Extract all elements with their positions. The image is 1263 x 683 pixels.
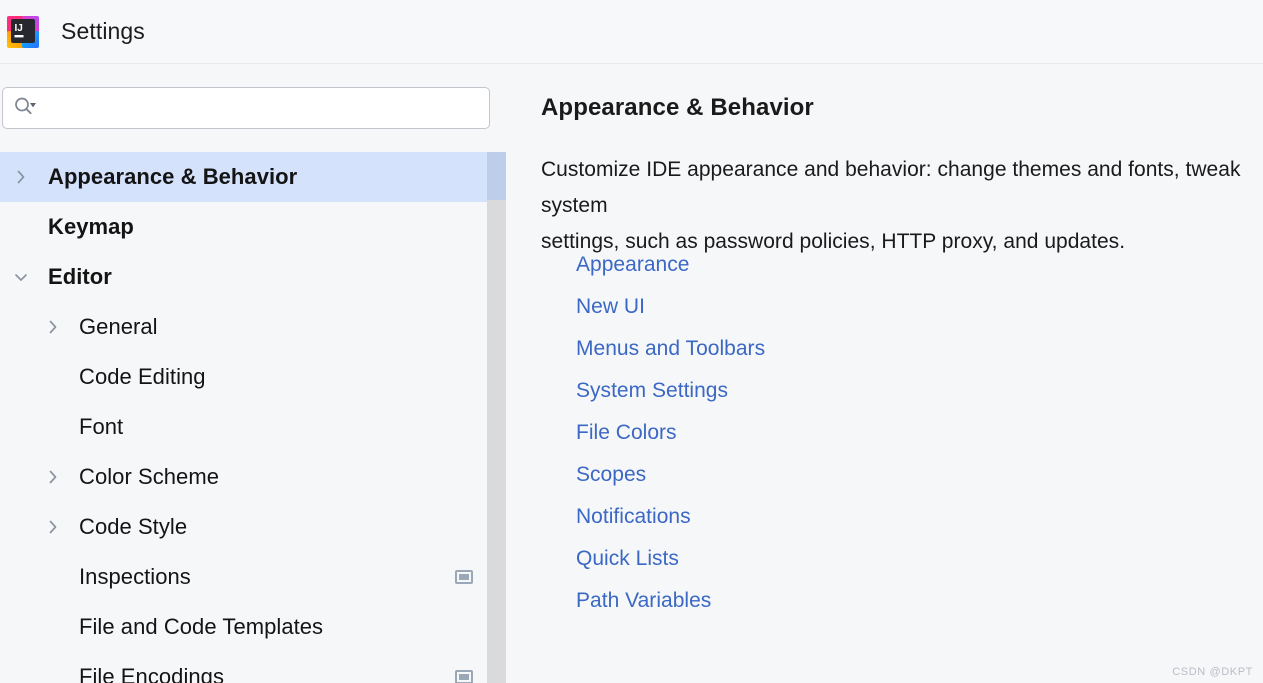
settings-tree-pane: Appearance & Behavior Keymap Editor General… bbox=[0, 64, 506, 683]
settings-link-menus-and-toolbars[interactable]: Menus and Toolbars bbox=[576, 328, 765, 370]
project-level-settings-icon bbox=[455, 670, 473, 683]
tree-item-label: Font bbox=[79, 414, 124, 439]
tree-item-font[interactable]: Font bbox=[0, 402, 506, 452]
tree-item-file-and-code-templates[interactable]: File and Code Templates bbox=[0, 602, 506, 652]
search-box[interactable] bbox=[2, 87, 490, 129]
tree-item-code-editing[interactable]: Code Editing bbox=[0, 352, 506, 402]
tree-item-color-scheme[interactable]: Color Scheme bbox=[0, 452, 506, 502]
settings-link-notifications[interactable]: Notifications bbox=[576, 496, 691, 538]
tree-item-editor[interactable]: Editor bbox=[0, 252, 506, 302]
settings-link-system-settings[interactable]: System Settings bbox=[576, 370, 728, 412]
watermark: CSDN @DKPT bbox=[1172, 666, 1253, 678]
tree-item-label: Code Style bbox=[79, 514, 188, 539]
tree-item-label: Keymap bbox=[48, 214, 134, 239]
svg-text:IJ: IJ bbox=[15, 23, 23, 34]
project-level-settings-icon bbox=[455, 570, 473, 584]
search-field-wrapper bbox=[2, 87, 490, 129]
tree-item-inspections[interactable]: Inspections bbox=[0, 552, 506, 602]
title-bar: IJ Settings bbox=[0, 0, 1263, 64]
chevron-right-icon[interactable] bbox=[10, 166, 32, 188]
window-title: Settings bbox=[61, 18, 145, 44]
tree-scrollbar-thumb[interactable] bbox=[487, 152, 506, 683]
page-title: Appearance & Behavior bbox=[541, 94, 814, 121]
settings-link-scopes[interactable]: Scopes bbox=[576, 454, 646, 496]
tree-item-general[interactable]: General bbox=[0, 302, 506, 352]
tree-item-file-encodings[interactable]: File Encodings bbox=[0, 652, 506, 683]
tree-item-label: File and Code Templates bbox=[79, 614, 324, 639]
chevron-down-icon[interactable] bbox=[10, 266, 32, 288]
tree-item-label: Inspections bbox=[79, 564, 191, 589]
subsection-link-list: Appearance New UI Menus and Toolbars System… bbox=[576, 244, 765, 622]
settings-link-path-variables[interactable]: Path Variables bbox=[576, 580, 711, 622]
search-input[interactable] bbox=[39, 88, 489, 128]
tree-scrollbar-thumb-selected-overlay[interactable] bbox=[487, 152, 506, 200]
tree-item-label: General bbox=[79, 314, 158, 339]
chevron-right-icon[interactable] bbox=[42, 516, 64, 538]
chevron-right-icon[interactable] bbox=[42, 466, 64, 488]
search-icon[interactable] bbox=[13, 97, 39, 120]
settings-window: IJ Settings Appearance & Behavior Keymap E… bbox=[0, 0, 1263, 683]
settings-link-quick-lists[interactable]: Quick Lists bbox=[576, 538, 679, 580]
tree-item-code-style[interactable]: Code Style bbox=[0, 502, 506, 552]
settings-link-file-colors[interactable]: File Colors bbox=[576, 412, 677, 454]
intellij-idea-logo-icon: IJ bbox=[6, 15, 40, 49]
tree-item-keymap[interactable]: Keymap bbox=[0, 202, 506, 252]
settings-link-new-ui[interactable]: New UI bbox=[576, 286, 645, 328]
detail-pane: Appearance & Behavior Customize IDE appe… bbox=[506, 64, 1263, 683]
tree-item-label: File Encodings bbox=[79, 664, 224, 683]
chevron-right-icon[interactable] bbox=[42, 316, 64, 338]
tree-item-label: Appearance & Behavior bbox=[48, 164, 298, 189]
tree-item-label: Code Editing bbox=[79, 364, 206, 389]
tree-item-label: Editor bbox=[48, 264, 112, 289]
settings-tree[interactable]: Appearance & Behavior Keymap Editor General… bbox=[0, 152, 506, 683]
tree-item-appearance-behavior[interactable]: Appearance & Behavior bbox=[0, 152, 506, 202]
tree-item-label: Color Scheme bbox=[79, 464, 219, 489]
settings-link-appearance[interactable]: Appearance bbox=[576, 244, 689, 286]
